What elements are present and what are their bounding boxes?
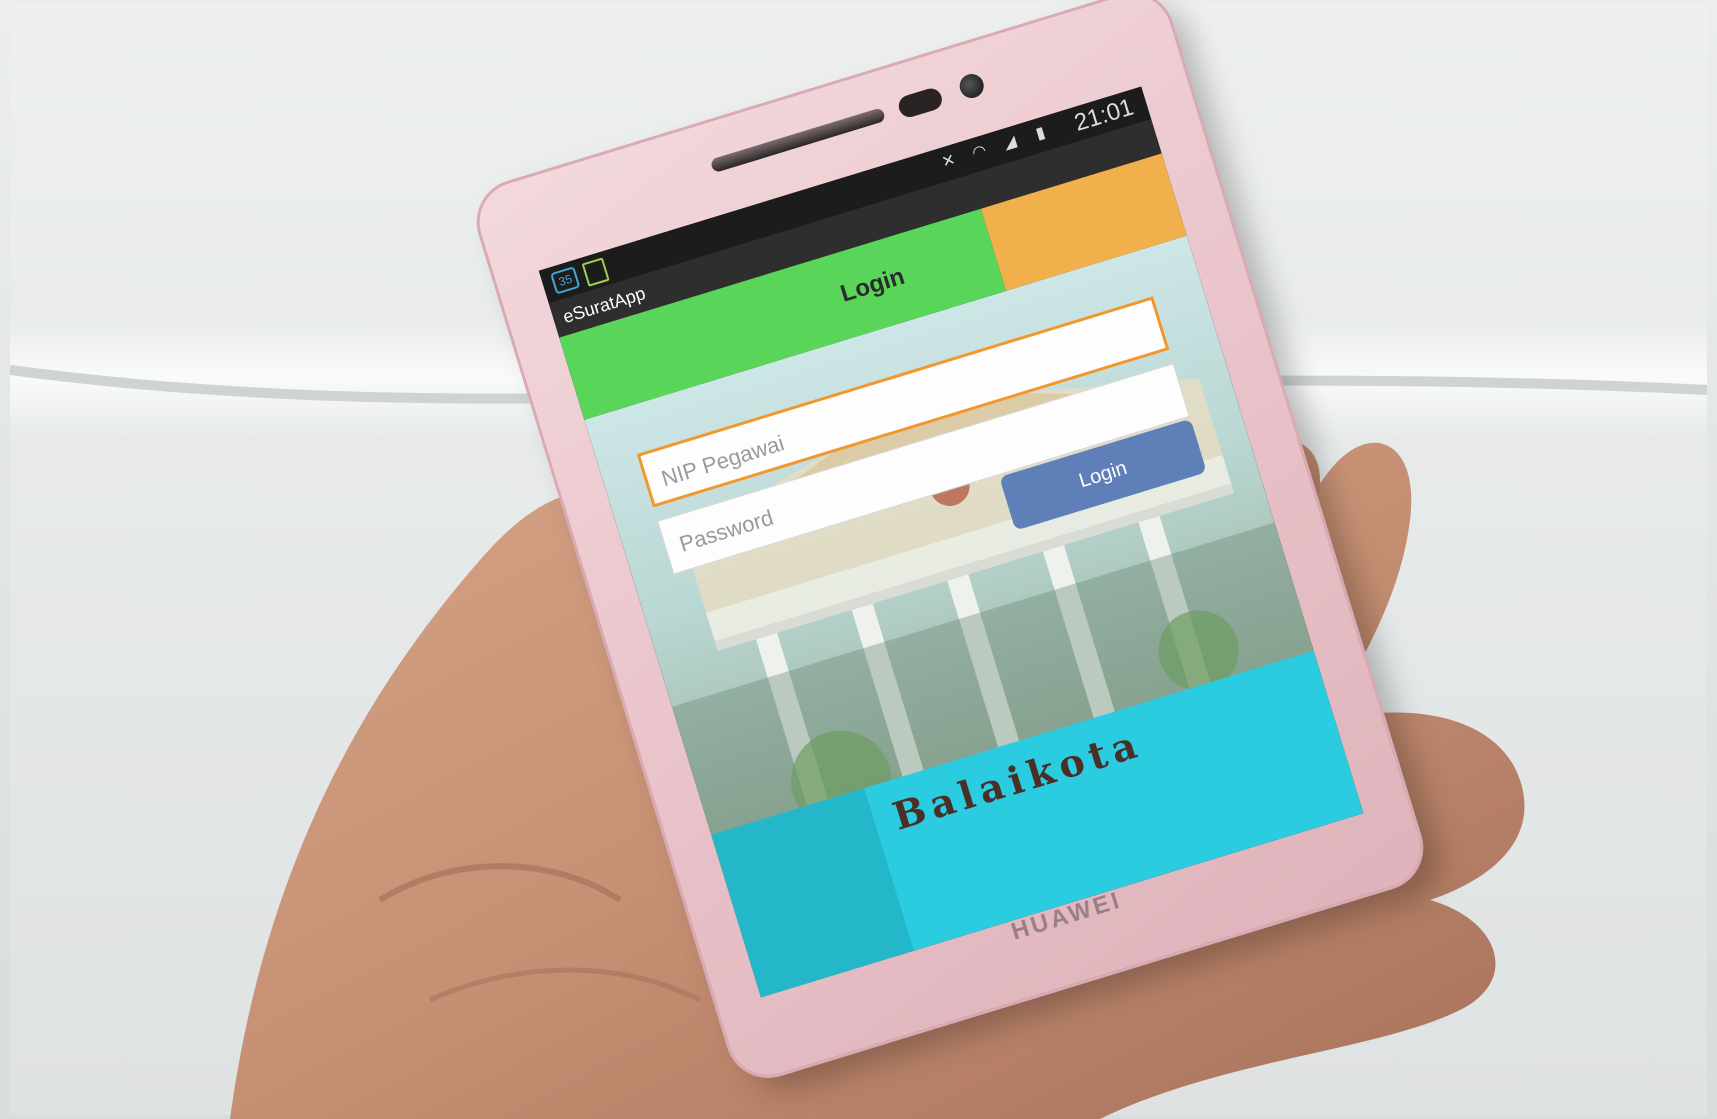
badge-icon: 35: [550, 266, 581, 295]
mute-icon: ✕: [939, 151, 958, 172]
app-notification-icon: [581, 257, 611, 287]
signal-icon: ◢: [1001, 132, 1019, 153]
battery-icon: ▮: [1033, 124, 1048, 143]
wifi-icon: ◠: [970, 142, 989, 163]
